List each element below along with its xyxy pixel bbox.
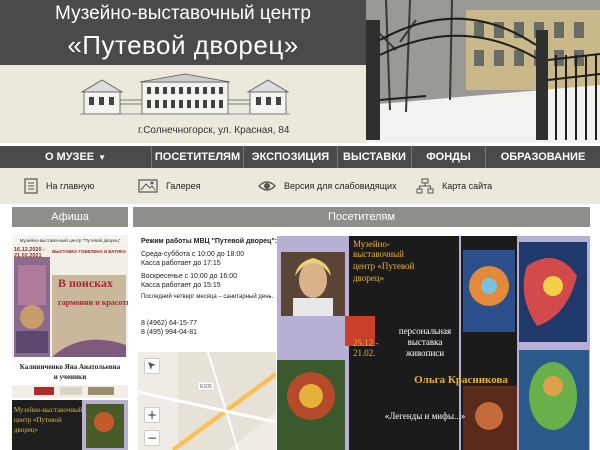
expo-desc-line2: выставка <box>408 337 443 347</box>
nav-item-about[interactable]: О МУЗЕЕ ▼ <box>0 146 152 168</box>
expo-dates-b: 21.02. <box>353 348 376 358</box>
afisha-poster-tapestry[interactable]: Музейно-выставочный центр "Путевой дворе… <box>12 235 128 398</box>
subnav-gallery-link[interactable]: Галерея <box>138 177 201 195</box>
afisha-poster-painting[interactable]: Музейно-выставочный центр «Путевой дворе… <box>12 400 128 450</box>
map-locate-button[interactable] <box>144 358 160 374</box>
expo-org-line2: выставочный <box>353 249 404 259</box>
expo-title: «Легенды и мифы...» <box>385 411 466 421</box>
sitemap-icon <box>416 178 434 194</box>
poster1-and-students: и ученики <box>54 373 86 381</box>
afisha-heading: Афиша <box>12 207 128 227</box>
main-nav: О МУЗЕЕ ▼ ПОСЕТИТЕЛЯМ ЭКСПОЗИЦИЯ ВЫСТАВКИ… <box>0 146 600 168</box>
visitors-heading: Посетителям <box>133 207 590 227</box>
nav-item-exhibitions[interactable]: ВЫСТАВКИ <box>338 146 412 168</box>
winter-gate-photo <box>366 0 600 143</box>
subnav-accessible-label: Версия для слабовидящих <box>284 181 397 191</box>
nav-item-funds[interactable]: ФОНДЫ <box>412 146 486 168</box>
museum-address: г.Солнечногорск, ул. Красная, 84 <box>138 125 290 136</box>
sanitary-day-note: Последний четверг месяца – санитарный де… <box>141 294 274 300</box>
poster2-org-line3: дворец» <box>14 426 39 434</box>
navigation-arrow-icon <box>148 362 156 370</box>
poster1-type: ВЫСТАВКА ГОБЕЛЕНА И БАТИКА <box>52 249 127 254</box>
expo-org-line1: Музейно- <box>353 239 390 249</box>
poster1-org: Музейно-выставочный центр "Путевой дворе… <box>20 237 121 243</box>
gallery-icon <box>138 179 158 193</box>
hours-sunday: Воскресенье с 10:00 до 16:00 <box>141 273 238 280</box>
header-banner: Музейно-выставочный центр «Путевой дворе… <box>0 0 366 143</box>
hours-weekdays: Среда-суббота с 10:00 до 18:00 <box>141 251 245 258</box>
poster-tapestry-art: Музейно-выставочный центр "Путевой дворе… <box>12 235 128 398</box>
subnav-accessible-link[interactable]: Версия для слабовидящих <box>258 177 397 195</box>
map-zoom-out-button[interactable]: − <box>144 430 160 446</box>
phone-2[interactable]: 8 (495) 994-04-81 <box>141 329 197 336</box>
palace-drawing <box>80 73 290 115</box>
exhibition-poster-art: Музейно- выставочный центр «Путевой двор… <box>277 236 590 450</box>
exhibition-poster[interactable]: Музейно- выставочный центр «Путевой двор… <box>277 236 590 450</box>
location-map[interactable]: Е105 + − <box>138 352 276 450</box>
poster1-dates-end: 21.02.2021 <box>14 253 42 259</box>
subnav-home-link[interactable]: На главную <box>24 177 94 195</box>
hours-sunday-cash: Касса работает до 15:15 <box>141 282 221 289</box>
chevron-down-icon: ▼ <box>98 153 107 162</box>
expo-dates-a: 25.12 - <box>353 338 379 348</box>
eye-icon <box>258 181 276 191</box>
nav-item-education[interactable]: ОБРАЗОВАНИЕ <box>486 146 600 168</box>
nav-item-visitors[interactable]: ПОСЕТИТЕЛЯМ <box>152 146 244 168</box>
expo-org-line3: центр «Путевой <box>353 261 415 271</box>
poster2-org-line2: центр «Путевой <box>14 416 62 424</box>
subnav-home-label: На главную <box>46 181 95 191</box>
map-zoom-in-button[interactable]: + <box>144 407 160 423</box>
nav-item-exposition[interactable]: ЭКСПОЗИЦИЯ <box>244 146 338 168</box>
expo-artist: Ольга Красникова <box>414 374 508 386</box>
expo-desc-line1: персональная <box>399 326 451 336</box>
phone-1[interactable]: 8 (4962) 64-15-77 <box>141 320 197 327</box>
subnav-gallery-label: Галерея <box>166 181 201 191</box>
document-icon <box>24 178 38 194</box>
poster-painting-preview: Музейно-выставочный центр «Путевой дворе… <box>12 400 128 450</box>
map-road-label: Е105 <box>200 384 212 390</box>
expo-org-line4: дворец» <box>353 273 384 283</box>
poster2-org-line1: Музейно-выставочный <box>14 406 83 414</box>
hours-heading: Режим работы МВЦ "Путевой дворец": <box>141 238 278 245</box>
subnav-sitemap-label: Карта сайта <box>442 181 493 191</box>
site-title-line1: Музейно-выставочный центр <box>55 3 311 24</box>
poster1-title-a: В поисках <box>58 276 113 290</box>
nav-about-label: О МУЗЕЕ <box>44 151 95 163</box>
expo-desc-line3: живописи <box>405 348 444 358</box>
header-photo-winter-gate <box>366 0 600 143</box>
opening-hours-panel: Режим работы МВЦ "Путевой дворец": Среда… <box>133 231 277 351</box>
hours-weekdays-cash: Касса работает до 17:15 <box>141 260 221 267</box>
subnav-sitemap-link[interactable]: Карта сайта <box>416 177 492 195</box>
sub-nav: На главную Галерея Версия для слабовидящ… <box>0 168 600 204</box>
site-title-line2[interactable]: «Путевой дворец» <box>0 30 366 61</box>
poster1-author: Калиниченко Яна Анатольевна <box>20 363 121 371</box>
poster1-title-b: гармонии и красоты <box>58 298 128 307</box>
